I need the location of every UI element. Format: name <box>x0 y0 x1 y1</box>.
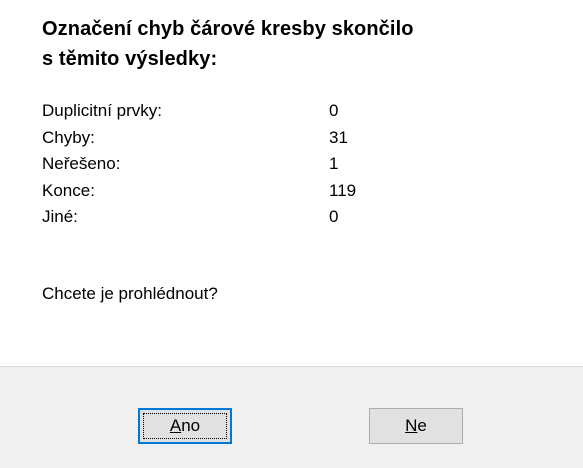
result-label: Chyby: <box>42 127 95 147</box>
result-value: 119 <box>329 180 357 200</box>
result-value: 0 <box>329 101 339 120</box>
no-button-mnemonic: N <box>405 416 418 435</box>
dialog-heading: Označení chyb čárové kresby skončilo s t… <box>42 14 542 74</box>
message-dialog: Označení chyb čárové kresby skončilo s t… <box>0 0 583 468</box>
button-area-divider <box>0 366 583 367</box>
no-button-label-rest: e <box>417 416 427 435</box>
dialog-content-area: Označení chyb čárové kresby skončilo s t… <box>0 0 583 366</box>
dialog-question: Chcete je prohlédnout? <box>42 284 218 303</box>
yes-button[interactable]: Ano <box>138 408 232 444</box>
result-value: 0 <box>329 207 339 226</box>
result-label: Duplicitní prvky: <box>42 101 162 120</box>
result-value: 31 <box>329 127 348 147</box>
result-value: 1 <box>329 154 339 173</box>
result-label: Konce: <box>42 180 95 200</box>
no-button-label: Ne <box>405 416 427 436</box>
no-button[interactable]: Ne <box>369 408 463 444</box>
dialog-heading-line-2: s těmito výsledky: <box>42 48 218 70</box>
result-label: Neřešeno: <box>42 154 121 173</box>
yes-button-label: Ano <box>170 416 200 436</box>
yes-button-mnemonic: A <box>169 416 182 435</box>
dialog-heading-line-1: Označení chyb čárové kresby skončilo <box>42 18 414 40</box>
result-label: Jiné: <box>42 207 78 226</box>
yes-button-label-rest: no <box>181 416 201 435</box>
